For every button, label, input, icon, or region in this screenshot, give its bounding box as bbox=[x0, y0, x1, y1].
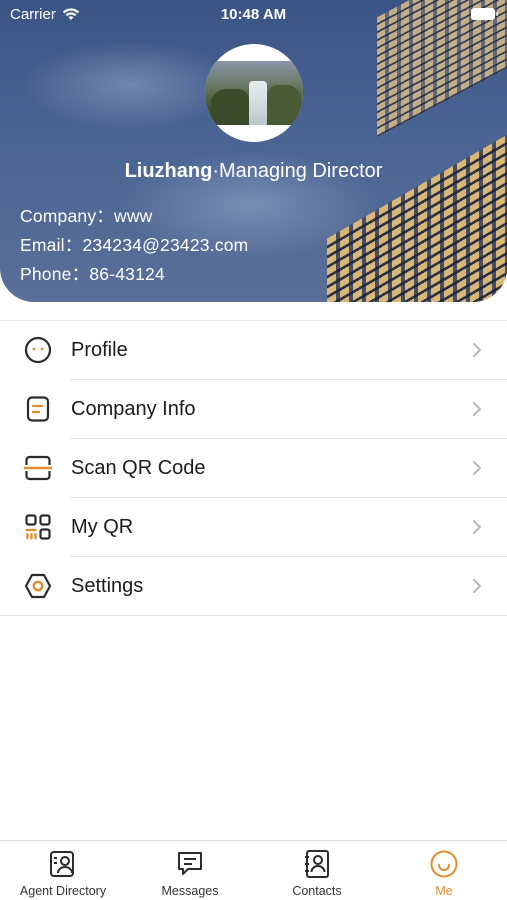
menu-item-profile[interactable]: Profile bbox=[0, 321, 507, 380]
tab-agent-directory[interactable]: Agent Directory bbox=[0, 841, 126, 900]
menu-label-settings: Settings bbox=[71, 575, 144, 597]
menu-item-settings[interactable]: Settings bbox=[0, 557, 507, 616]
menu-label-scan-qr: Scan QR Code bbox=[71, 457, 206, 479]
scan-icon bbox=[24, 455, 52, 481]
contacts-icon bbox=[305, 850, 329, 878]
profile-title: Managing Director bbox=[219, 160, 383, 182]
hexagon-gear-icon bbox=[24, 573, 52, 599]
chevron-right-icon bbox=[473, 461, 481, 475]
tab-label-contacts: Contacts bbox=[292, 884, 342, 898]
qr-icon bbox=[25, 514, 51, 540]
chevron-right-icon bbox=[473, 343, 481, 357]
menu-item-scan-qr[interactable]: Scan QR Code bbox=[0, 439, 507, 498]
phone-value: 86-43124 bbox=[89, 264, 165, 284]
chevron-right-icon bbox=[473, 402, 481, 416]
agent-directory-icon bbox=[50, 851, 74, 877]
profile-header: Carrier 10:48 AM Liuzhang·Managing Direc… bbox=[0, 0, 507, 302]
status-time: 10:48 AM bbox=[220, 6, 287, 23]
phone-line: Phone：86-43124 bbox=[20, 261, 165, 286]
menu-item-my-qr[interactable]: My QR bbox=[0, 498, 507, 557]
avatar-photo bbox=[205, 61, 303, 125]
email-value: 234234@23423.com bbox=[82, 235, 249, 255]
menu-label-profile: Profile bbox=[71, 339, 128, 361]
tab-label-messages: Messages bbox=[161, 884, 219, 898]
menu-label-my-qr: My QR bbox=[71, 516, 134, 538]
settings-menu: Profile Company Info Scan QR Code My QR … bbox=[0, 320, 507, 616]
profile-name-line: Liuzhang·Managing Director bbox=[0, 160, 507, 183]
tab-label-agent-directory: Agent Directory bbox=[19, 884, 107, 898]
company-label: Company： bbox=[20, 206, 114, 226]
document-icon bbox=[26, 396, 50, 422]
tab-me[interactable]: Me bbox=[381, 841, 507, 900]
name-separator: · bbox=[212, 160, 219, 182]
smiley-icon bbox=[24, 336, 52, 364]
menu-label-company-info: Company Info bbox=[71, 398, 196, 420]
tab-contacts[interactable]: Contacts bbox=[254, 841, 380, 900]
email-label: Email： bbox=[20, 235, 83, 255]
avatar[interactable] bbox=[205, 44, 303, 142]
phone-label: Phone： bbox=[20, 264, 90, 284]
chevron-right-icon bbox=[473, 579, 481, 593]
tab-messages[interactable]: Messages bbox=[127, 841, 253, 900]
messages-icon bbox=[178, 852, 202, 875]
tab-bar: Agent Directory Messages Contacts Me bbox=[0, 840, 507, 900]
profile-name: Liuzhang bbox=[124, 160, 213, 182]
battery-icon bbox=[471, 8, 498, 20]
tab-label-me: Me bbox=[435, 884, 453, 898]
menu-item-company-info[interactable]: Company Info bbox=[0, 380, 507, 439]
company-value: www bbox=[114, 206, 153, 226]
me-icon bbox=[430, 850, 458, 878]
email-line: Email：234234@23423.com bbox=[20, 232, 248, 257]
chevron-right-icon bbox=[473, 520, 481, 534]
company-line: Company：www bbox=[20, 203, 153, 228]
status-bar: Carrier 10:48 AM bbox=[0, 0, 507, 30]
